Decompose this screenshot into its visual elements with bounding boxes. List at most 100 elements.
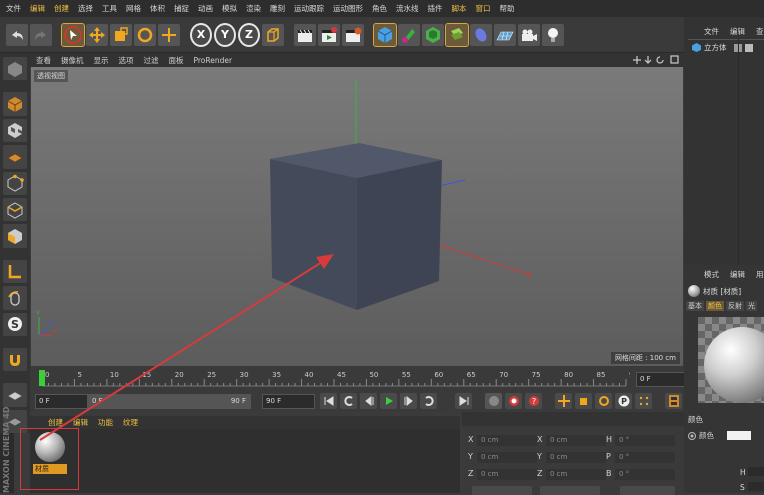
point-level-button[interactable]: [635, 393, 652, 409]
menu-item[interactable]: 选择: [78, 3, 93, 14]
previous-key-button[interactable]: [340, 393, 357, 409]
menu-item[interactable]: 角色: [372, 3, 387, 14]
model-mode-button[interactable]: [3, 92, 27, 116]
texture-mode-button[interactable]: [3, 118, 27, 143]
coord-value-field[interactable]: 0 cm: [546, 435, 606, 446]
redo-button[interactable]: [30, 23, 52, 46]
perspective-viewport[interactable]: X Y Z 透视视图 网格间距 : 100 cm: [31, 67, 683, 366]
coord-value-field[interactable]: 0 cm: [477, 452, 537, 463]
object-tab-view[interactable]: 查: [756, 26, 764, 37]
array-generator-button[interactable]: [445, 22, 469, 47]
scale-tool-button[interactable]: [110, 23, 132, 46]
parameter-key-button[interactable]: P: [615, 393, 632, 409]
y-axis-button[interactable]: Y: [214, 22, 236, 47]
menu-item[interactable]: 运动图形: [333, 3, 363, 14]
color-swatch[interactable]: [727, 431, 751, 440]
polygons-mode-button[interactable]: [3, 224, 27, 248]
menu-item[interactable]: 网格: [126, 3, 141, 14]
color-field-row[interactable]: 颜色: [688, 430, 751, 441]
menu-item[interactable]: 创建: [54, 3, 69, 14]
size-mode-dropdown[interactable]: [540, 486, 600, 495]
object-tab-file[interactable]: 文件: [704, 26, 719, 37]
undo-button[interactable]: [6, 23, 28, 46]
subdivision-button[interactable]: [422, 23, 444, 46]
scale-key-button[interactable]: [575, 393, 592, 409]
coordinate-system-button[interactable]: [262, 23, 284, 46]
subtab-reflectance[interactable]: 反射: [726, 301, 744, 311]
range-slider[interactable]: 0 F 90 F: [88, 394, 251, 409]
object-mode-dropdown[interactable]: [472, 486, 532, 495]
auto-key-button[interactable]: [505, 393, 522, 409]
tweak-mode-button[interactable]: [3, 286, 27, 310]
menu-item[interactable]: 流水线: [396, 3, 419, 14]
edges-mode-button[interactable]: [3, 197, 27, 222]
z-axis-button[interactable]: Z: [238, 22, 260, 47]
attr-tab-mode[interactable]: 模式: [704, 269, 719, 280]
object-tab-edit[interactable]: 编辑: [730, 26, 745, 37]
cube-object-button[interactable]: [373, 22, 397, 47]
menu-item[interactable]: 体积: [150, 3, 165, 14]
timeline[interactable]: 0 5 10 15 20 25 30 35 40 45 50 55 60 65 70 75 80 85 90 0 F: [30, 366, 685, 390]
menu-item[interactable]: 脚本: [452, 3, 467, 14]
viewport-menu-item[interactable]: 查看: [36, 55, 51, 66]
coord-value-field[interactable]: 0 °: [615, 452, 675, 463]
menu-item[interactable]: 工具: [102, 3, 117, 14]
render-picture-viewer-button[interactable]: [318, 23, 340, 46]
start-frame-field[interactable]: 0 F: [35, 394, 88, 409]
material-menu-item[interactable]: 编辑: [73, 417, 88, 428]
attr-tab-user[interactable]: 用: [756, 269, 764, 280]
timeline-ruler[interactable]: 0 5 10 15 20 25 30 35 40 45 50 55 60 65 70 75 80 85 90: [30, 366, 630, 390]
menu-item[interactable]: 文件: [6, 3, 21, 14]
magnet-button[interactable]: [3, 347, 27, 372]
move-tool-button[interactable]: [86, 23, 108, 46]
pen-spline-button[interactable]: [398, 23, 420, 46]
coord-value-field[interactable]: 0 °: [615, 435, 675, 446]
workplane-lock-button[interactable]: [3, 383, 27, 407]
subtab-basic[interactable]: 基本: [686, 301, 704, 311]
light-button[interactable]: [542, 23, 564, 46]
next-frame-button[interactable]: [400, 393, 417, 409]
live-selection-button[interactable]: [61, 22, 85, 47]
record-keys-button[interactable]: [485, 393, 502, 409]
object-row-cube[interactable]: 立方体: [692, 42, 753, 53]
viewport-menu-item[interactable]: 面板: [169, 55, 184, 66]
timeline-window-button[interactable]: [665, 393, 682, 409]
coord-value-field[interactable]: 0 cm: [546, 452, 606, 463]
deformer-button[interactable]: [470, 23, 492, 46]
material-menu-item[interactable]: 创建: [48, 417, 63, 428]
attr-tab-edit[interactable]: 编辑: [730, 269, 745, 280]
workplane-mode-button[interactable]: [3, 145, 27, 169]
menu-item[interactable]: 雕刻: [270, 3, 285, 14]
previous-frame-button[interactable]: [360, 393, 377, 409]
subtab-color[interactable]: 颜色: [706, 301, 724, 311]
menu-item[interactable]: 模拟: [222, 3, 237, 14]
go-to-end-button[interactable]: [455, 393, 472, 409]
menu-item[interactable]: 渲染: [246, 3, 261, 14]
material-menu-item[interactable]: 纹理: [123, 417, 138, 428]
viewport-menu-item[interactable]: 过滤: [144, 55, 159, 66]
menu-item[interactable]: 窗口: [476, 3, 491, 14]
material-menu-item[interactable]: 功能: [98, 417, 113, 428]
position-key-button[interactable]: [555, 393, 572, 409]
make-editable-button[interactable]: [3, 57, 27, 81]
menu-item[interactable]: 捕捉: [174, 3, 189, 14]
render-settings-button[interactable]: [342, 23, 364, 46]
subtab-luminance[interactable]: 光: [746, 301, 757, 311]
camera-button[interactable]: [518, 23, 540, 46]
keyframe-selection-button[interactable]: ?: [525, 393, 542, 409]
floor-button[interactable]: [494, 23, 516, 46]
coord-value-field[interactable]: 0 cm: [546, 469, 606, 480]
apply-button[interactable]: [620, 486, 675, 495]
menu-item[interactable]: 帮助: [500, 3, 515, 14]
playhead[interactable]: [39, 370, 45, 386]
coord-value-field[interactable]: 0 °: [615, 469, 675, 480]
menu-item[interactable]: 编辑: [30, 3, 45, 14]
render-view-button[interactable]: [294, 23, 316, 46]
menu-item[interactable]: 插件: [428, 3, 443, 14]
x-axis-button[interactable]: X: [190, 22, 212, 47]
menu-item[interactable]: 运动跟踪: [294, 3, 324, 14]
material-preview-panel[interactable]: [698, 317, 764, 403]
next-key-button[interactable]: [420, 393, 437, 409]
menu-item[interactable]: 动画: [198, 3, 213, 14]
rotation-key-button[interactable]: [595, 393, 612, 409]
